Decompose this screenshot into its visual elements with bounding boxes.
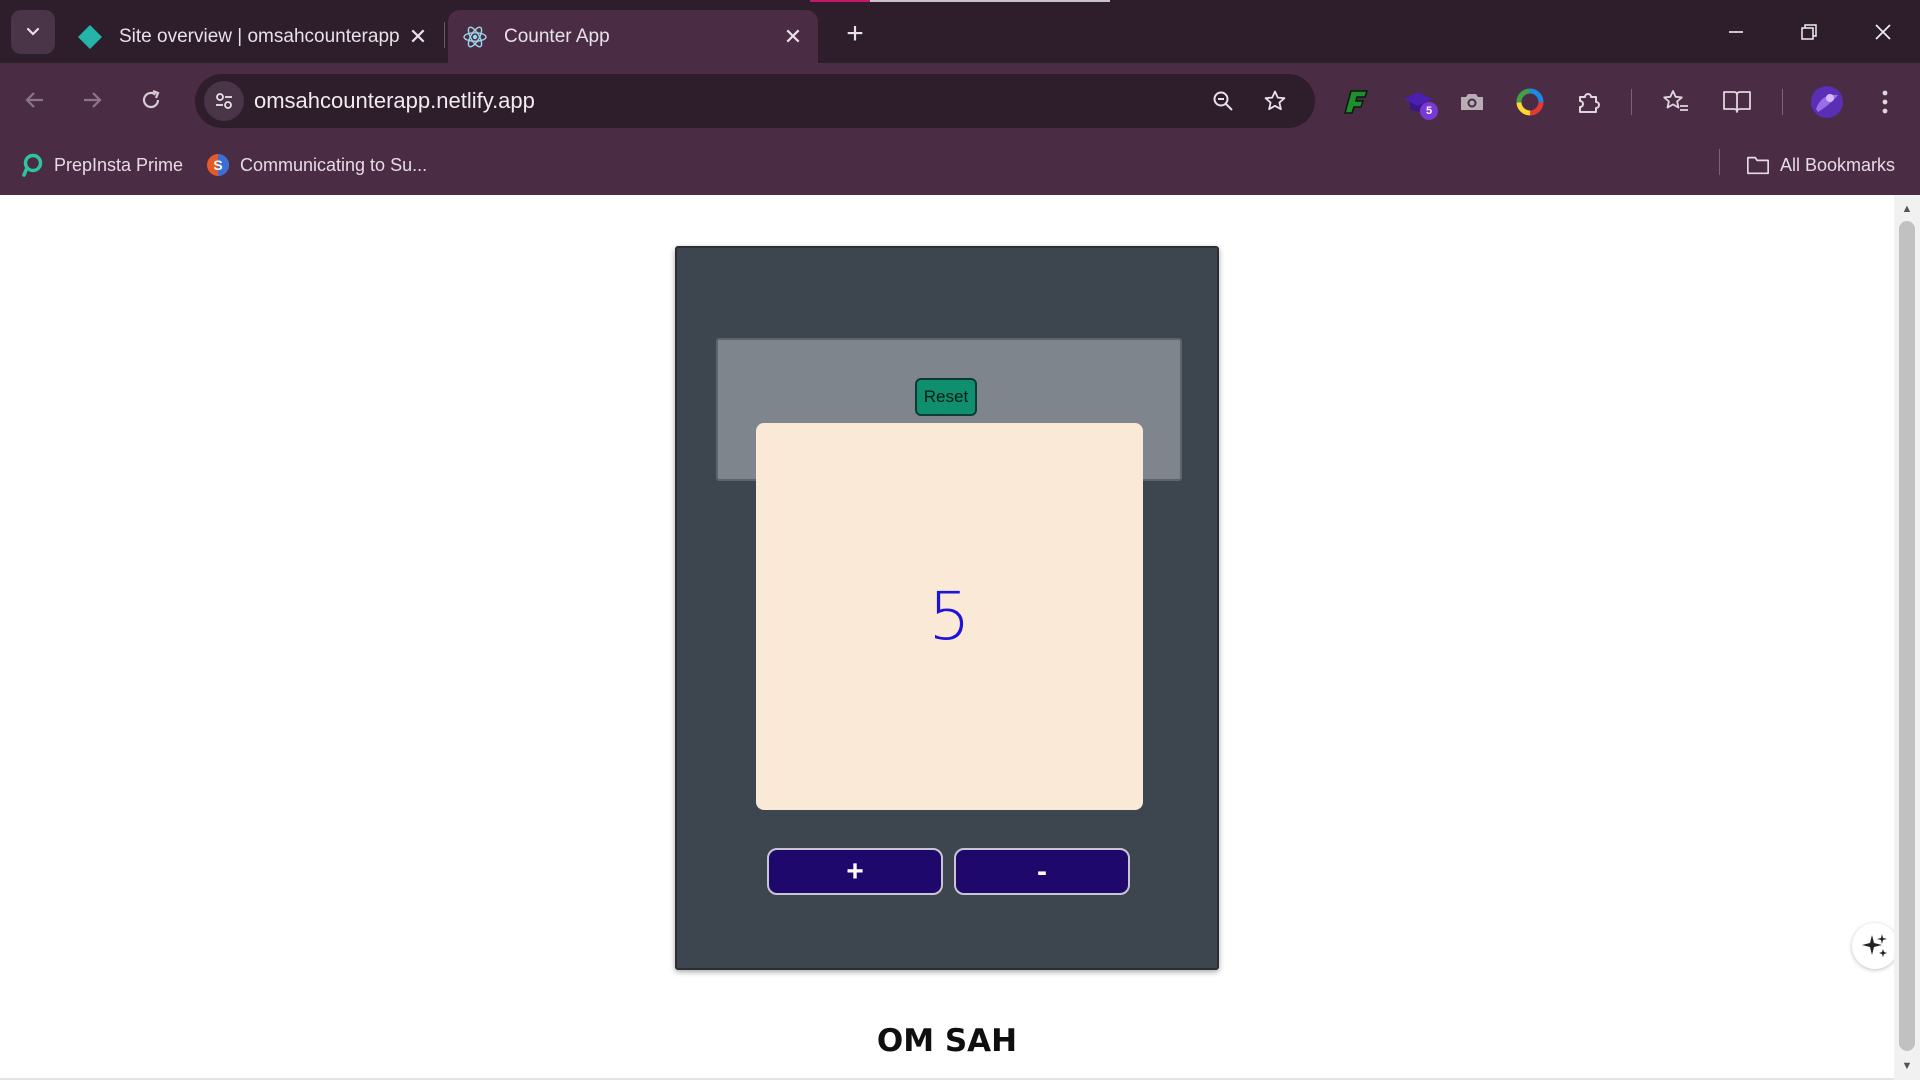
tab-divider — [444, 22, 445, 48]
sparkle-icon[interactable] — [1852, 923, 1898, 969]
bookmark-favicon-icon: S — [206, 153, 230, 177]
count-value: 5 — [928, 578, 971, 655]
restore-icon[interactable] — [1779, 10, 1839, 54]
arrow-right-icon[interactable] — [69, 77, 115, 123]
new-tab-button[interactable]: + — [835, 14, 875, 54]
close-icon[interactable]: ✕ — [401, 20, 435, 54]
close-icon[interactable]: ✕ — [776, 20, 810, 54]
bookmark-communicating[interactable]: S Communicating to Su... — [206, 149, 427, 181]
arrow-left-icon[interactable] — [12, 77, 58, 123]
toolbar: omsahcounterapp.netlify.app — [0, 63, 1920, 137]
tab-strip: Site overview | omsahcounterapp | ✕ Coun… — [0, 0, 1920, 63]
url-text[interactable]: omsahcounterapp.netlify.app — [254, 88, 535, 114]
bookmarks-divider — [1719, 149, 1720, 175]
address-bar[interactable]: omsahcounterapp.netlify.app — [195, 74, 1315, 128]
favorites-icon[interactable] — [1655, 82, 1695, 122]
reload-icon[interactable] — [128, 77, 174, 123]
tab-search-button[interactable] — [11, 10, 55, 54]
reset-button[interactable]: Reset — [915, 378, 977, 416]
all-bookmarks-button[interactable]: All Bookmarks — [1746, 149, 1895, 181]
avatar[interactable] — [1807, 82, 1847, 122]
camera-icon[interactable] — [1452, 82, 1492, 122]
netlify-icon — [77, 24, 103, 50]
tab-title: Counter App — [504, 25, 610, 47]
page-viewport: Reset 5 + - OM SAH — [0, 195, 1898, 1080]
tune-icon[interactable] — [204, 81, 244, 121]
zoom-icon[interactable] — [1205, 83, 1241, 119]
tab-title: Site overview | omsahcounterapp | — [119, 25, 401, 47]
browser-chrome: Site overview | omsahcounterapp | ✕ Coun… — [0, 0, 1920, 195]
color-wheel-icon[interactable] — [1510, 82, 1550, 122]
react-icon — [462, 24, 488, 50]
tab-counter-app[interactable]: Counter App ✕ — [448, 10, 818, 63]
increment-button[interactable]: + — [767, 848, 943, 895]
star-icon[interactable] — [1257, 83, 1293, 119]
vertical-scrollbar[interactable]: ▲ ▼ — [1894, 195, 1920, 1080]
scrollbar-thumb[interactable] — [1899, 221, 1915, 1051]
all-bookmarks-label: All Bookmarks — [1780, 154, 1896, 175]
bookmark-label: PrepInsta Prime — [54, 154, 184, 175]
author-name: OM SAH — [876, 1023, 1018, 1059]
count-display: 5 — [756, 423, 1143, 810]
puzzle-icon[interactable] — [1569, 82, 1609, 122]
prepinsta-icon — [20, 153, 44, 177]
bookmark-label: Communicating to Su... — [240, 154, 428, 175]
window-close-icon[interactable] — [1853, 10, 1913, 54]
counter-card: Reset 5 + - — [675, 246, 1219, 970]
extension-f-icon[interactable] — [1336, 82, 1376, 122]
extension-badge: 5 — [1420, 102, 1438, 120]
reading-mode-icon[interactable] — [1717, 82, 1757, 122]
svg-text:S: S — [213, 157, 222, 173]
folder-icon — [1746, 153, 1770, 177]
loading-indicator — [810, 0, 1110, 2]
chevron-down-icon — [26, 27, 40, 36]
bookmarks-bar: PrepInsta Prime S Communicating to Su...… — [0, 137, 1920, 195]
toolbar-divider — [1631, 89, 1632, 115]
more-menu-icon[interactable] — [1865, 82, 1905, 122]
minimize-icon[interactable] — [1706, 10, 1766, 54]
scroll-down-icon[interactable]: ▼ — [1894, 1056, 1920, 1076]
bookmark-prepinsta[interactable]: PrepInsta Prime — [20, 149, 183, 181]
extension-graduation-icon[interactable]: 5 — [1398, 82, 1438, 122]
decrement-button[interactable]: - — [954, 848, 1130, 895]
toolbar-divider — [1782, 89, 1783, 115]
scroll-up-icon[interactable]: ▲ — [1894, 199, 1920, 219]
tab-site-overview[interactable]: Site overview | omsahcounterapp | ✕ — [63, 10, 443, 63]
